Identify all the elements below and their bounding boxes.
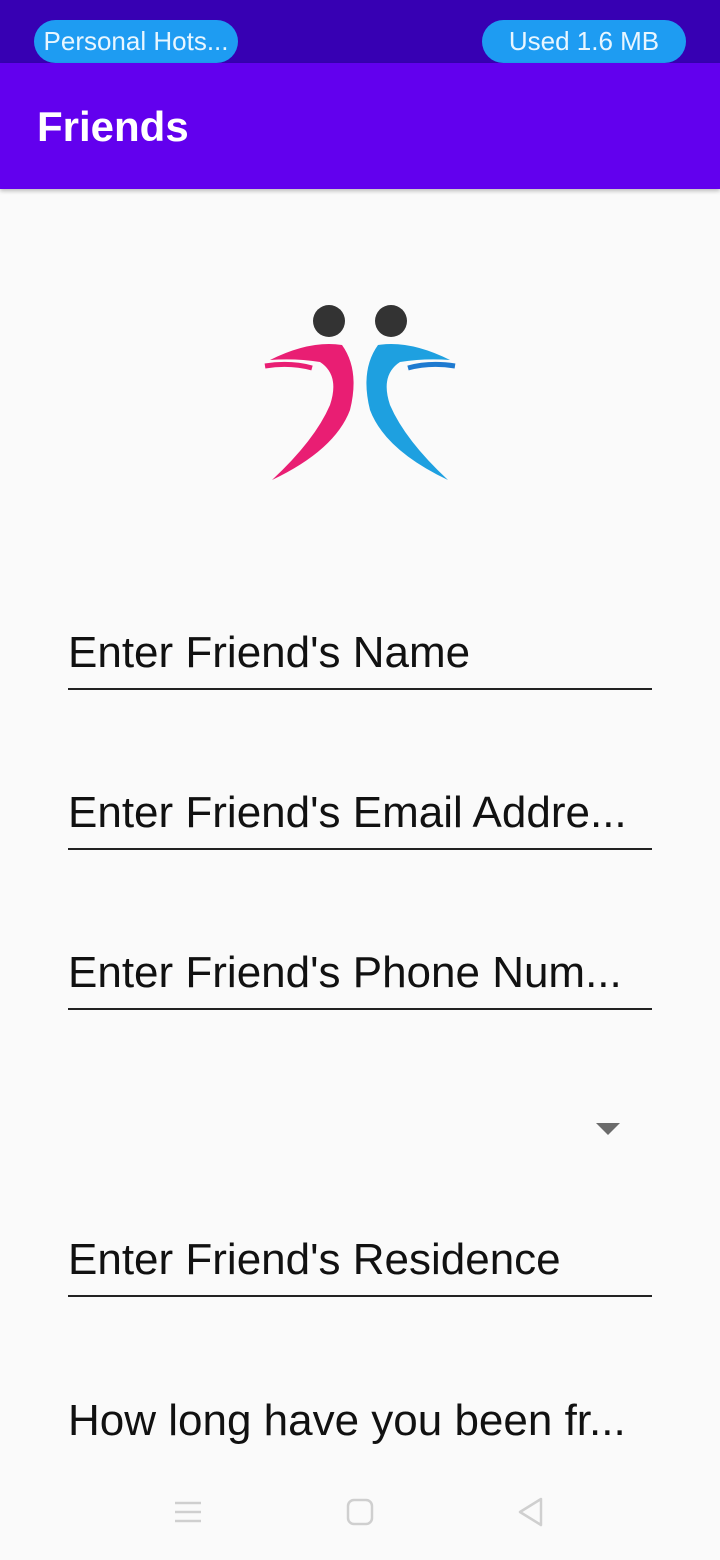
friend-name-field[interactable]: Enter Friend's Name	[68, 628, 652, 690]
friend-email-field[interactable]: Enter Friend's Email Addre...	[68, 788, 652, 850]
category-spinner[interactable]	[68, 1100, 652, 1160]
status-bar: Personal Hots... Used 1.6 MB	[0, 0, 720, 63]
friend-name-placeholder: Enter Friend's Name	[68, 628, 471, 677]
friendship-duration-placeholder: How long have you been fr...	[68, 1396, 626, 1445]
friends-logo-icon	[264, 305, 456, 480]
data-usage-pill[interactable]: Used 1.6 MB	[482, 20, 686, 63]
page-title: Friends	[37, 103, 189, 150]
friendship-duration-field[interactable]: How long have you been fr...	[68, 1396, 652, 1456]
friend-phone-field[interactable]: Enter Friend's Phone Num...	[68, 948, 652, 1010]
friend-residence-placeholder: Enter Friend's Residence	[68, 1235, 561, 1284]
dropdown-arrow-icon[interactable]	[596, 1123, 620, 1135]
system-nav-bar	[0, 1460, 720, 1560]
friend-email-placeholder: Enter Friend's Email Addre...	[68, 788, 627, 837]
app-bar: Friends	[0, 63, 720, 189]
hotspot-pill[interactable]: Personal Hots...	[34, 20, 238, 63]
friend-residence-field[interactable]: Enter Friend's Residence	[68, 1235, 652, 1297]
back-icon[interactable]	[508, 1490, 552, 1534]
home-icon[interactable]	[338, 1490, 382, 1534]
friend-phone-placeholder: Enter Friend's Phone Num...	[68, 948, 622, 997]
menu-icon[interactable]	[166, 1490, 210, 1534]
